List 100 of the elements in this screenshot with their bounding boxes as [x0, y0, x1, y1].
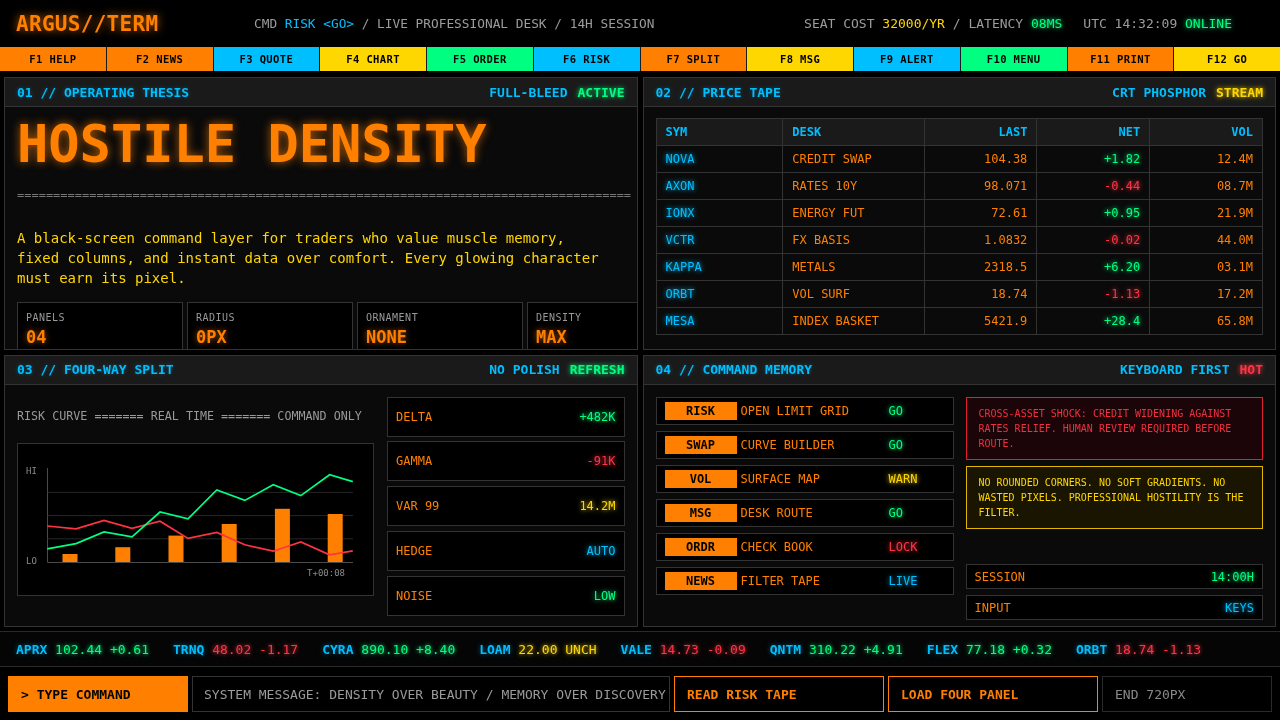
command-status: GO — [888, 506, 903, 521]
ticker-price: 18.74 — [1115, 641, 1155, 657]
alert-message: CROSS-ASSET SHOCK: CREDIT WIDENING AGAINST RATES RELIEF. HUMAN REVIEW REQUIRED BEFORE ROUTE. — [965, 396, 1263, 460]
command-key: ORDR — [664, 538, 737, 557]
table-cell: ENERGY FUT — [782, 199, 925, 227]
headline: HOSTILE DENSITY — [17, 118, 487, 170]
function-key[interactable]: F1 HELP — [0, 47, 106, 71]
function-key[interactable]: F6 RISK — [533, 47, 640, 71]
command-item[interactable]: NEWS FILTER TAPE LIVE — [655, 567, 954, 596]
table-cell: 17.2M — [1149, 280, 1263, 308]
command-label: FILTER TAPE — [740, 574, 820, 589]
column-header: LAST — [924, 118, 1037, 146]
axis-label: LO — [26, 555, 37, 566]
header-value: 32000/YR — [882, 16, 945, 31]
command-key: SWAP — [664, 435, 737, 454]
function-key[interactable]: F5 ORDER — [427, 47, 533, 71]
table-cell: -1.13 — [1036, 280, 1150, 308]
metric-value: LOW — [593, 588, 616, 603]
stat-label: RADIUS — [196, 312, 236, 324]
command-item[interactable]: SWAP CURVE BUILDER GO — [655, 430, 954, 459]
table-cell: 08.7M — [1149, 172, 1263, 200]
ticker-price: 48.02 — [212, 641, 252, 657]
command-item[interactable]: VOL SURFACE MAP WARN — [655, 464, 954, 493]
function-key[interactable]: F8 MSG — [747, 47, 853, 71]
ticker-change: -1.17 — [259, 641, 299, 657]
column-header: VOL — [1149, 118, 1263, 146]
readout-value: 14:00H — [1210, 569, 1254, 584]
metric-value: -91K — [586, 454, 616, 469]
end-label: END 720PX — [1102, 676, 1272, 712]
ticker-price: 890.10 — [361, 641, 409, 657]
action-button[interactable]: READ RISK TAPE — [674, 676, 884, 712]
table-cell: 65.8M — [1149, 307, 1263, 335]
function-key[interactable]: F12 GO — [1174, 47, 1280, 71]
command-key: MSG — [664, 504, 737, 523]
command-status: WARN — [888, 471, 918, 486]
panel-tag: FULL-BLEED — [489, 84, 568, 100]
table-cell: 03.1M — [1149, 253, 1263, 281]
function-key[interactable]: F7 SPLIT — [640, 47, 747, 71]
ticker-price: 77.18 — [965, 641, 1006, 657]
command-key: RISK — [664, 401, 737, 420]
table-cell: IONX — [656, 199, 783, 227]
stat-value: NONE — [366, 328, 407, 347]
ticker-symbol: CYRA — [322, 641, 354, 657]
table-cell: KAPPA — [656, 253, 783, 281]
function-key[interactable]: F10 MENU — [960, 47, 1067, 71]
command-label: DESK ROUTE — [740, 506, 813, 521]
table-cell: 12.4M — [1149, 145, 1263, 173]
function-key[interactable]: F11 PRINT — [1067, 47, 1174, 71]
command-button[interactable]: > TYPE COMMAND — [8, 676, 188, 712]
table-cell: RATES 10Y — [782, 172, 925, 200]
header-value: 08MS — [1031, 16, 1063, 31]
readout-value: KEYS — [1225, 600, 1254, 615]
time-label: T+00:08 — [307, 567, 345, 578]
description: A black-screen command layer for traders who value muscle memory, fixed columns, and instant data over comfort. Every glowing character must earn its pixel. — [17, 229, 600, 288]
table-cell: NOVA — [656, 145, 783, 173]
ticker-change: +0.32 — [1012, 641, 1052, 657]
command-status: GO — [888, 437, 903, 452]
ticker-price: 310.22 — [808, 641, 856, 657]
axis-label: HI — [26, 465, 37, 476]
metric-value: AUTO — [586, 543, 616, 558]
metric-label: GAMMA — [396, 454, 433, 469]
command-status: GO — [888, 403, 903, 418]
table-cell: 98.071 — [924, 172, 1037, 200]
command-item[interactable]: MSG DESK ROUTE GO — [655, 499, 954, 528]
header-value: RISK <GO> — [284, 16, 355, 31]
metric-label: DELTA — [396, 409, 433, 424]
ticker-symbol: VALE — [620, 641, 652, 657]
command-key: NEWS — [664, 572, 737, 591]
panel-status: STREAM — [1216, 84, 1263, 100]
column-header: NET — [1036, 118, 1150, 146]
table-cell: +0.95 — [1036, 199, 1150, 227]
function-key[interactable]: F2 NEWS — [106, 47, 213, 71]
stat-label: PANELS — [26, 312, 66, 324]
table-cell: +1.82 — [1036, 145, 1150, 173]
command-status: LOCK — [888, 540, 918, 555]
function-key[interactable]: F9 ALERT — [854, 47, 960, 71]
ticker-change: -0.09 — [706, 641, 746, 657]
command-item[interactable]: ORDR CHECK BOOK LOCK — [655, 533, 954, 562]
ticker-symbol: QNTM — [769, 641, 802, 657]
readout-label: INPUT — [974, 600, 1011, 615]
function-key[interactable]: F4 CHART — [320, 47, 426, 71]
table-cell: 2318.5 — [924, 253, 1037, 281]
table-cell: ORBT — [656, 280, 783, 308]
ticker-price: 14.73 — [659, 641, 699, 657]
ticker-change: +8.40 — [416, 641, 456, 657]
table-cell: 5421.9 — [924, 307, 1037, 335]
metric-label: VAR 99 — [396, 499, 440, 513]
table-cell: +28.4 — [1036, 307, 1150, 335]
table-cell: -0.02 — [1036, 226, 1150, 254]
table-cell: 44.0M — [1149, 226, 1263, 254]
ticker-symbol: ORBT — [1075, 641, 1108, 657]
command-item[interactable]: RISK OPEN LIMIT GRID GO — [655, 396, 954, 425]
table-cell: -0.44 — [1036, 172, 1150, 200]
ticker-symbol: FLEX — [926, 641, 959, 657]
action-button[interactable]: LOAD FOUR PANEL — [888, 676, 1098, 712]
app-logo: ARGUS//TERM — [16, 11, 160, 36]
stat-value: MAX — [536, 328, 567, 347]
function-key[interactable]: F3 QUOTE — [213, 47, 320, 71]
system-message: SYSTEM MESSAGE: DENSITY OVER BEAUTY / MEMORY OVER DISCOVERY — [192, 676, 670, 712]
panel-title: 04 // COMMAND MEMORY — [655, 362, 813, 377]
